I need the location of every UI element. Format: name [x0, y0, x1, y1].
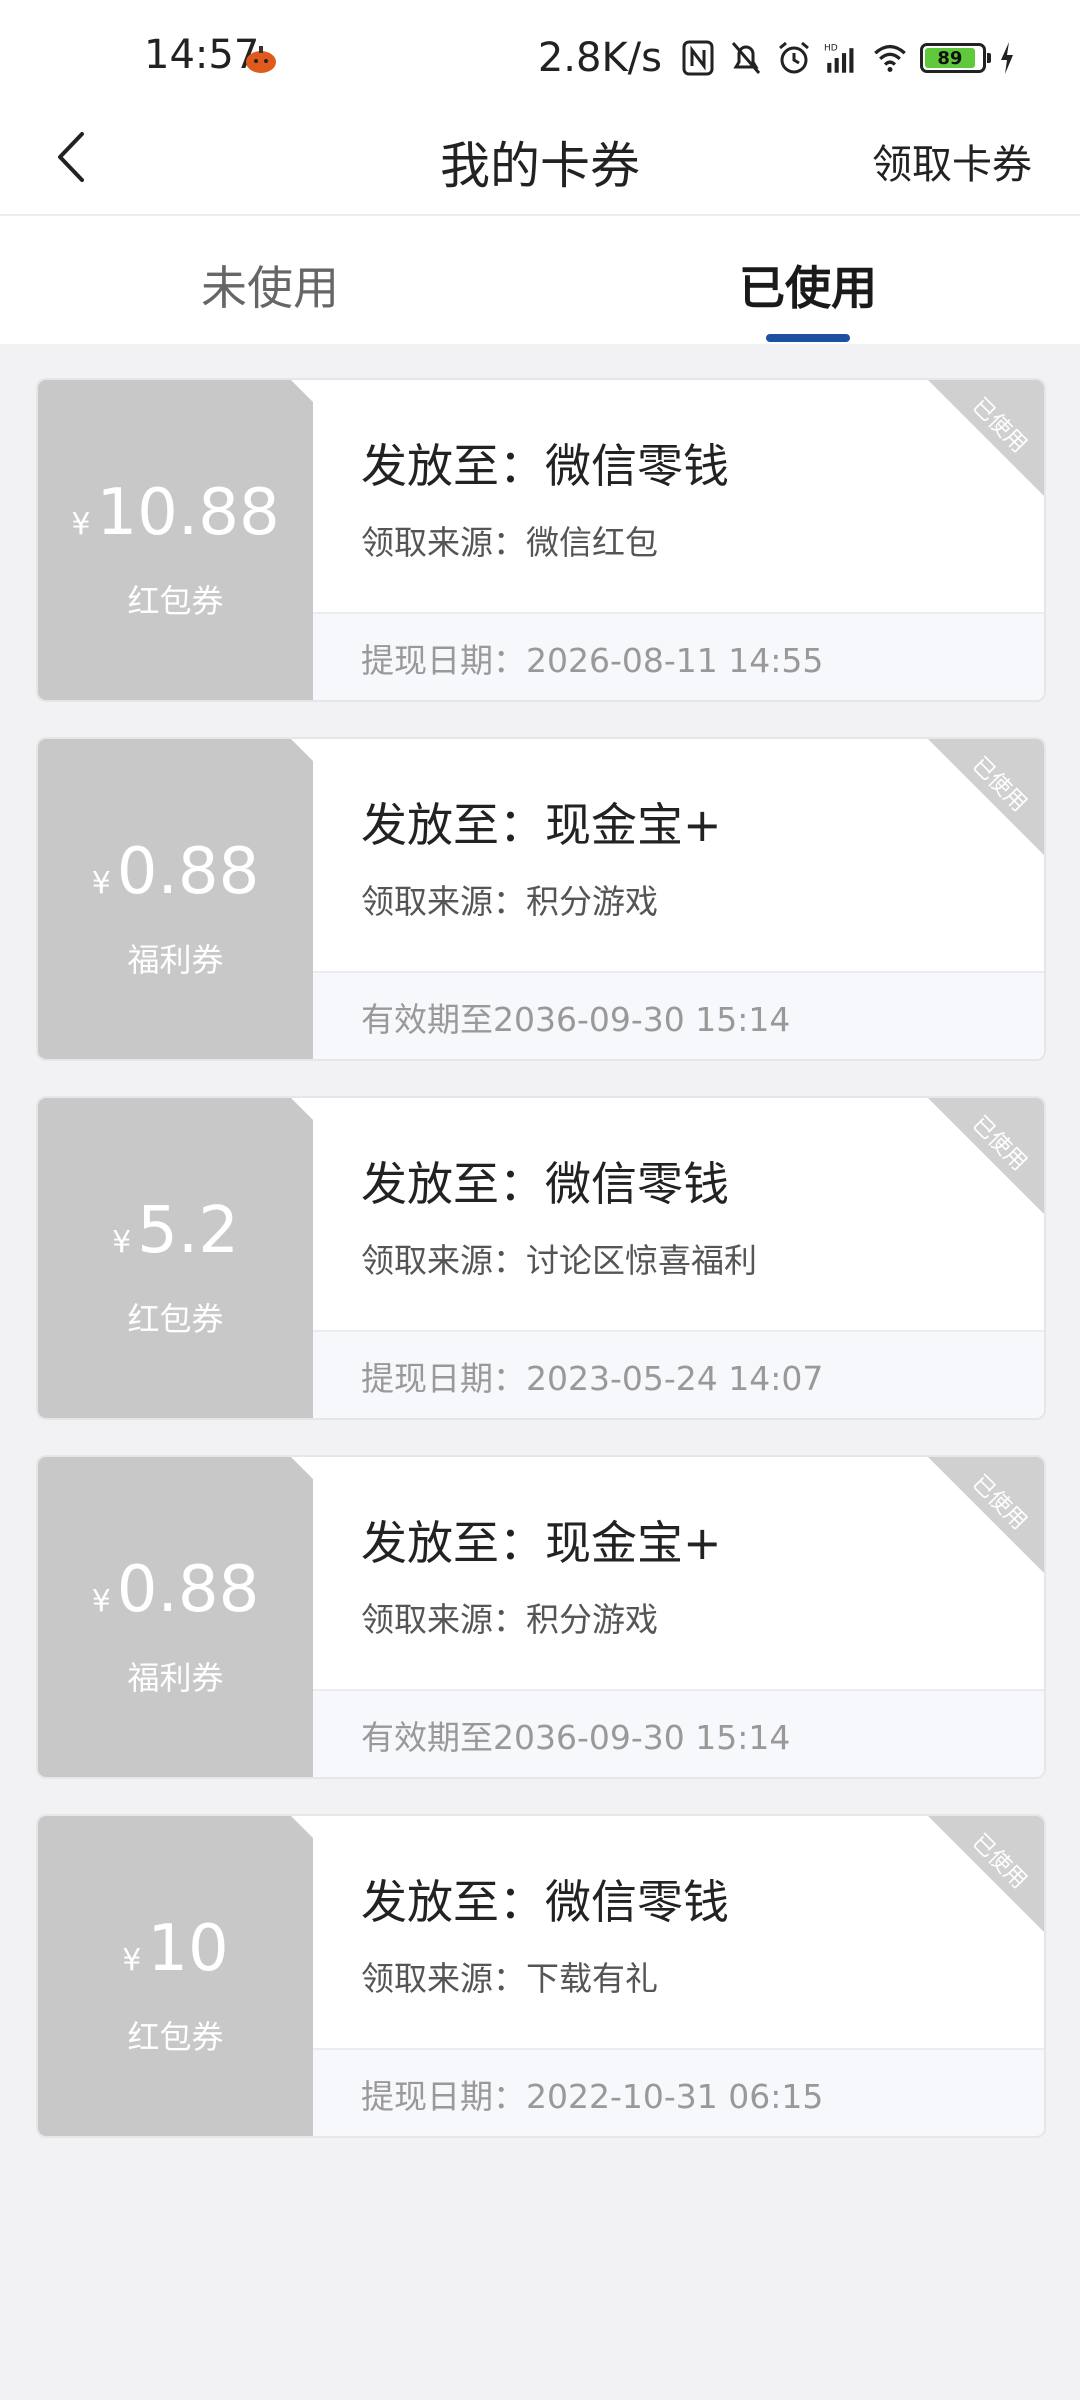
currency-symbol: ¥ — [91, 1584, 111, 1619]
coupon-date: 有效期至2036-09-30 15:14 — [361, 1718, 791, 1757]
wifi-icon — [872, 38, 908, 78]
issue-target: 发放至：现金宝+ — [361, 1516, 722, 1570]
coupon-list: ¥10.88 红包券 发放至：微信零钱 领取来源：微信红包 提现日期：2026-… — [36, 378, 1046, 2173]
mute-bell-icon — [728, 38, 764, 78]
coupon-type: 福利券 — [127, 1659, 224, 1697]
used-stamp: 已使用 — [928, 739, 1044, 855]
used-stamp: 已使用 — [928, 1457, 1044, 1573]
claim-coupons-link[interactable]: 领取卡券 — [872, 132, 1032, 190]
coupon-date: 有效期至2036-09-30 15:14 — [361, 1000, 791, 1039]
coupon-date: 提现日期：2022-10-31 06:15 — [361, 2077, 824, 2116]
coupon-amount: 0.88 — [116, 1553, 260, 1627]
currency-symbol: ¥ — [71, 507, 91, 542]
currency-symbol: ¥ — [112, 1225, 132, 1260]
active-tab-indicator — [766, 334, 850, 342]
status-right-group: 2.8K/s HD 89 — [538, 32, 1016, 84]
coupon-value-panel: ¥0.88 福利券 — [38, 1457, 313, 1777]
issue-target: 发放至：微信零钱 — [361, 439, 729, 493]
battery-level: 89 — [937, 47, 963, 69]
tab-unused[interactable]: 未使用 — [120, 252, 420, 318]
coupon-type: 红包券 — [127, 2018, 224, 2056]
battery-icon: 89 — [920, 43, 991, 73]
coupon-source: 领取来源：积分游戏 — [361, 1600, 658, 1639]
network-speed: 2.8K/s — [537, 35, 662, 81]
svg-text:HD: HD — [824, 44, 838, 54]
issue-target: 发放至：微信零钱 — [361, 1875, 729, 1929]
currency-symbol: ¥ — [122, 1943, 142, 1978]
coupon-amount: 5.2 — [137, 1194, 239, 1268]
tab-used[interactable]: 已使用 — [658, 252, 958, 318]
charging-icon — [998, 38, 1016, 78]
coupon-source: 领取来源：微信红包 — [361, 523, 658, 562]
coupon-type: 红包券 — [127, 582, 224, 620]
coupon-value-panel: ¥10.88 红包券 — [38, 380, 313, 700]
coupon-amount: 0.88 — [116, 835, 260, 909]
coupon-value-panel: ¥10 红包券 — [38, 1816, 313, 2136]
coupon-card[interactable]: ¥10.88 红包券 发放至：微信零钱 领取来源：微信红包 提现日期：2026-… — [36, 378, 1046, 702]
coupon-type: 福利券 — [127, 941, 224, 979]
coupon-amount: 10.88 — [96, 476, 280, 550]
used-stamp: 已使用 — [928, 380, 1044, 496]
used-stamp: 已使用 — [928, 1816, 1044, 1932]
currency-symbol: ¥ — [91, 866, 111, 901]
app-notification-icon — [246, 46, 276, 73]
tab-bar: 未使用 已使用 — [0, 216, 1080, 344]
coupon-card[interactable]: ¥0.88 福利券 发放至：现金宝+ 领取来源：积分游戏 有效期至2036-09… — [36, 737, 1046, 1061]
used-stamp: 已使用 — [928, 1098, 1044, 1214]
coupon-card[interactable]: ¥0.88 福利券 发放至：现金宝+ 领取来源：积分游戏 有效期至2036-09… — [36, 1455, 1046, 1779]
alarm-icon — [776, 38, 812, 78]
coupon-amount: 10 — [147, 1912, 229, 1986]
coupon-value-panel: ¥0.88 福利券 — [38, 739, 313, 1059]
coupon-source: 领取来源：讨论区惊喜福利 — [361, 1241, 757, 1280]
issue-target: 发放至：现金宝+ — [361, 798, 722, 852]
coupon-source: 领取来源：积分游戏 — [361, 882, 658, 921]
coupon-source: 领取来源：下载有礼 — [361, 1959, 658, 1998]
coupon-card[interactable]: ¥5.2 红包券 发放至：微信零钱 领取来源：讨论区惊喜福利 提现日期：2023… — [36, 1096, 1046, 1420]
coupon-value-panel: ¥5.2 红包券 — [38, 1098, 313, 1418]
coupon-date: 提现日期：2023-05-24 14:07 — [361, 1359, 824, 1398]
coupon-card[interactable]: ¥10 红包券 发放至：微信零钱 领取来源：下载有礼 提现日期：2022-10-… — [36, 1814, 1046, 2138]
status-time: 14:57 — [144, 32, 260, 78]
top-navigation: 我的卡券 领取卡券 — [0, 98, 1080, 216]
coupon-date: 提现日期：2026-08-11 14:55 — [361, 641, 824, 680]
nfc-icon — [680, 38, 716, 78]
coupon-type: 红包券 — [127, 1300, 224, 1338]
signal-icon: HD — [824, 38, 860, 78]
issue-target: 发放至：微信零钱 — [361, 1157, 729, 1211]
